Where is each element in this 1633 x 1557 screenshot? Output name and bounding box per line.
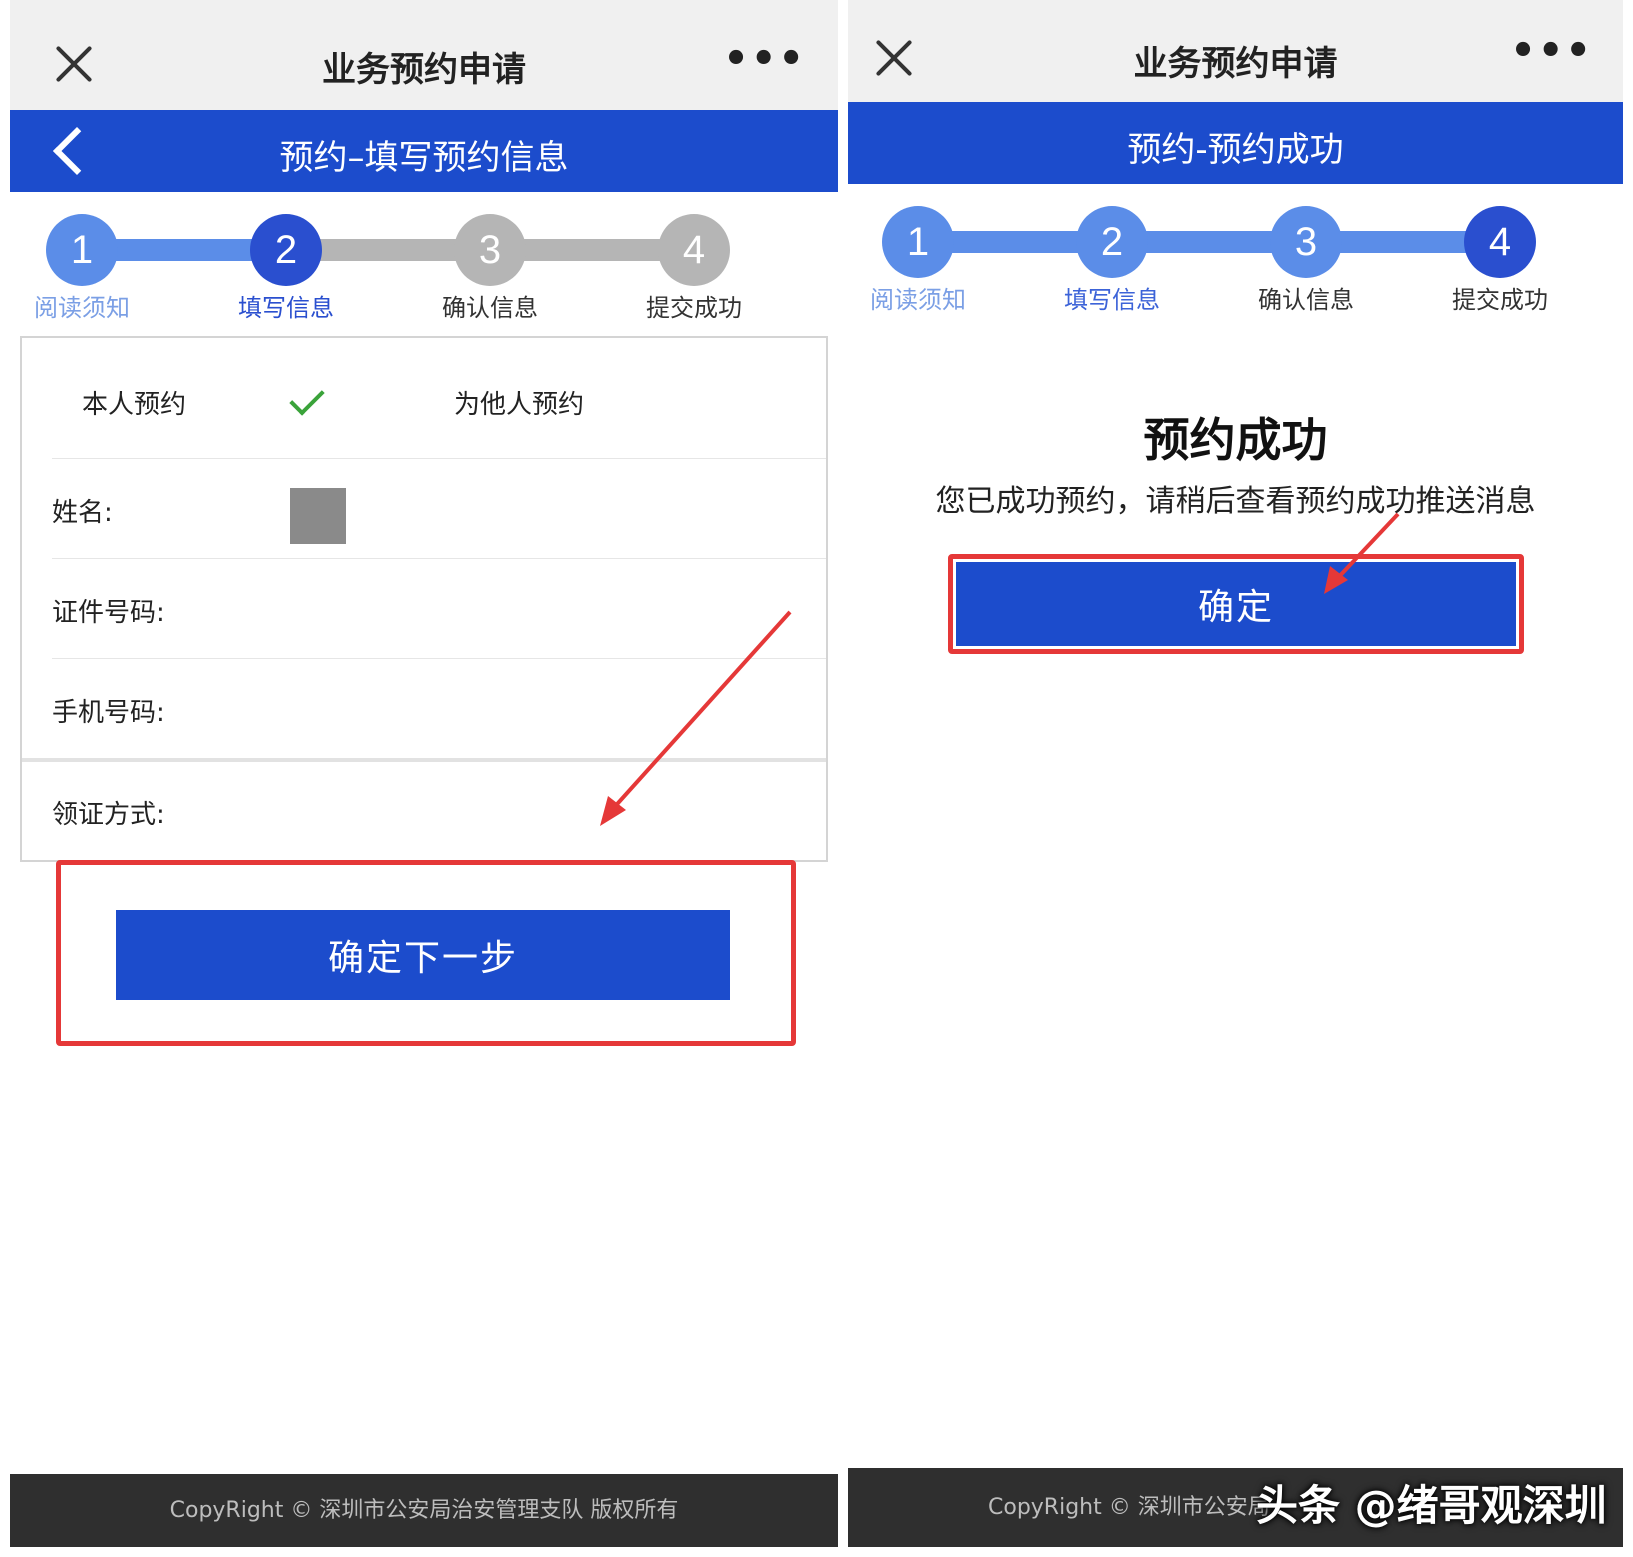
left-screen: 业务预约申请 ••• 预约–填写预约信息 1 2 3 4 阅读须知 填写信息 确… bbox=[10, 0, 838, 1547]
annotation-arrow bbox=[1324, 512, 1400, 594]
watermark: 头条 @绪哥观深圳 bbox=[1256, 1481, 1607, 1530]
right-screen: 业务预约申请 ••• 预约-预约成功 1 2 3 4 阅读须知 填写信息 确认信… bbox=[848, 0, 1623, 1547]
next-step-button[interactable]: 确定下一步 bbox=[116, 910, 730, 1000]
footer: CopyRight © 深圳市公安局治安管理支队 版权所有 bbox=[10, 1474, 838, 1547]
annotation-arrow bbox=[600, 610, 792, 826]
